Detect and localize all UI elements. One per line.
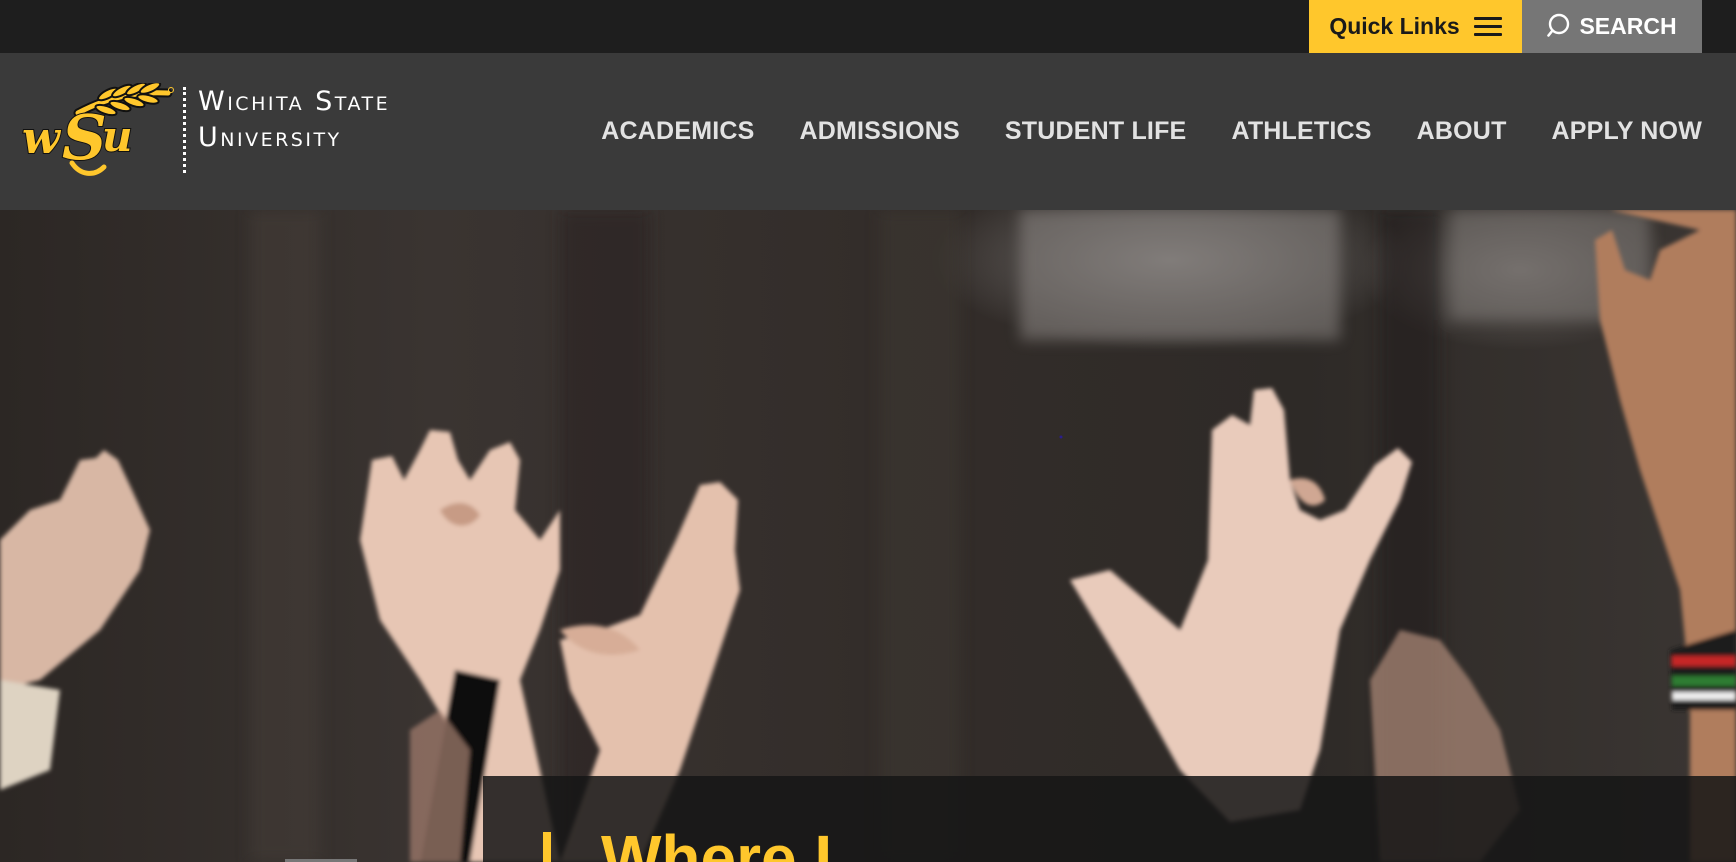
main-navigation: w S u Wichita State University ACADEMICS… [0, 53, 1736, 210]
hamburger-menu-icon [1473, 17, 1502, 36]
quick-links-button[interactable]: Quick Links [1309, 0, 1522, 53]
nav-apply-now[interactable]: APPLY NOW [1552, 117, 1702, 146]
svg-text:S: S [62, 101, 107, 174]
nav-about[interactable]: ABOUT [1417, 117, 1507, 146]
search-icon [1547, 13, 1570, 37]
home-logo-link[interactable]: w S u Wichita State University [22, 83, 452, 183]
search-button[interactable]: SEARCH [1522, 0, 1702, 53]
headline-accent-bar [543, 832, 551, 862]
nav-academics[interactable]: ACADEMICS [601, 117, 754, 146]
primary-nav-links: ACADEMICS ADMISSIONS STUDENT LIFE ATHLET… [601, 53, 1702, 210]
svg-text:w: w [22, 113, 62, 164]
wsu-logo-icon: w S u [22, 83, 174, 176]
svg-text:u: u [102, 112, 133, 161]
quick-links-label: Quick Links [1329, 13, 1460, 39]
hero-photo-raised-hands [0, 210, 1736, 862]
nav-student-life[interactable]: STUDENT LIFE [1005, 117, 1187, 146]
hero-headline-panel: Where I [483, 776, 1736, 862]
wordmark-line-2: University [198, 122, 342, 153]
search-label: SEARCH [1579, 13, 1677, 39]
wordmark-line-1: Wichita State [198, 86, 391, 117]
hero-section: Where I [0, 210, 1736, 862]
logo-divider [183, 87, 186, 173]
university-wordmark: Wichita State University [198, 84, 390, 156]
hero-headline: Where I [601, 822, 833, 862]
nav-athletics[interactable]: ATHLETICS [1231, 117, 1371, 146]
utility-bar: Quick Links SEARCH [0, 0, 1736, 53]
nav-admissions[interactable]: ADMISSIONS [800, 117, 960, 146]
